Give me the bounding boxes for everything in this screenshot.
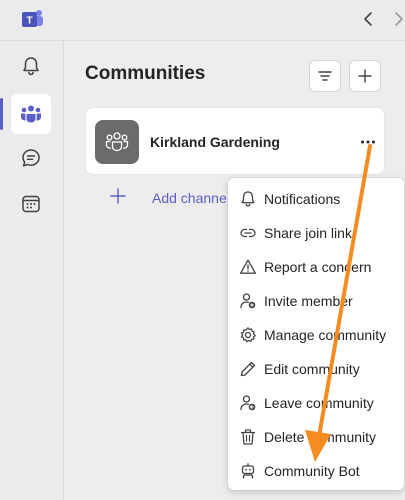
calendar-icon xyxy=(22,195,40,213)
menu-item-delete-community[interactable]: Delete community xyxy=(228,420,404,454)
logo-letter: T xyxy=(26,16,32,27)
community-context-menu: Notifications Share join link Report a c… xyxy=(228,178,404,490)
filter-button[interactable] xyxy=(309,60,341,92)
chat-icon xyxy=(22,149,40,167)
menu-item-label: Community Bot xyxy=(264,463,360,479)
menu-item-label: Manage community xyxy=(264,327,387,343)
title-bar: T xyxy=(0,0,405,40)
menu-item-community-bot[interactable]: Community Bot xyxy=(228,454,404,488)
menu-item-label: Invite member xyxy=(264,293,353,309)
rail-item-communities[interactable] xyxy=(11,94,51,134)
bell-icon xyxy=(23,57,39,76)
active-indicator xyxy=(0,98,3,130)
community-avatar xyxy=(95,120,139,164)
link-icon xyxy=(240,228,256,238)
menu-item-label: Leave community xyxy=(264,395,374,411)
filter-icon xyxy=(318,71,332,81)
back-arrow-icon[interactable] xyxy=(360,8,378,30)
menu-item-label: Share join link xyxy=(264,225,352,241)
bot-icon xyxy=(241,463,255,479)
menu-item-label: Delete community xyxy=(264,429,377,445)
more-icon xyxy=(361,140,375,144)
rail-item-activity[interactable] xyxy=(11,46,51,86)
menu-item-label: Notifications xyxy=(264,191,341,207)
teams-logo-icon: T xyxy=(22,10,43,27)
plus-icon xyxy=(358,69,372,83)
more-options-button[interactable] xyxy=(358,132,378,152)
rail-item-calendar[interactable] xyxy=(11,184,51,224)
add-channel-label: Add channe xyxy=(152,190,227,206)
bell-icon xyxy=(241,191,255,207)
pencil-icon xyxy=(240,361,256,377)
rail-item-chat[interactable] xyxy=(11,138,51,178)
forward-arrow-icon[interactable] xyxy=(392,8,405,30)
menu-item-manage-community[interactable]: Manage community xyxy=(228,318,404,352)
trash-icon xyxy=(240,429,256,445)
menu-item-notifications[interactable]: Notifications xyxy=(228,182,404,216)
menu-item-share-join-link[interactable]: Share join link xyxy=(228,216,404,250)
menu-item-label: Report a concern xyxy=(264,259,372,275)
menu-item-report-concern[interactable]: Report a concern xyxy=(228,250,404,284)
new-community-button[interactable] xyxy=(349,60,381,92)
menu-item-edit-community[interactable]: Edit community xyxy=(228,352,404,386)
gear-icon xyxy=(240,327,256,343)
community-name: Kirkland Gardening xyxy=(150,134,280,150)
warning-icon xyxy=(240,259,256,274)
menu-item-invite-member[interactable]: Invite member xyxy=(228,284,404,318)
person-add-icon xyxy=(240,293,256,309)
app-rail xyxy=(0,41,64,500)
menu-item-leave-community[interactable]: Leave community xyxy=(228,386,404,420)
plus-icon xyxy=(110,188,126,204)
page-title: Communities xyxy=(85,63,206,84)
person-leave-icon xyxy=(240,395,256,411)
menu-item-label: Edit community xyxy=(264,361,360,377)
community-people-icon xyxy=(105,132,129,152)
community-card[interactable]: Kirkland Gardening xyxy=(85,107,385,175)
communities-icon xyxy=(21,105,41,123)
